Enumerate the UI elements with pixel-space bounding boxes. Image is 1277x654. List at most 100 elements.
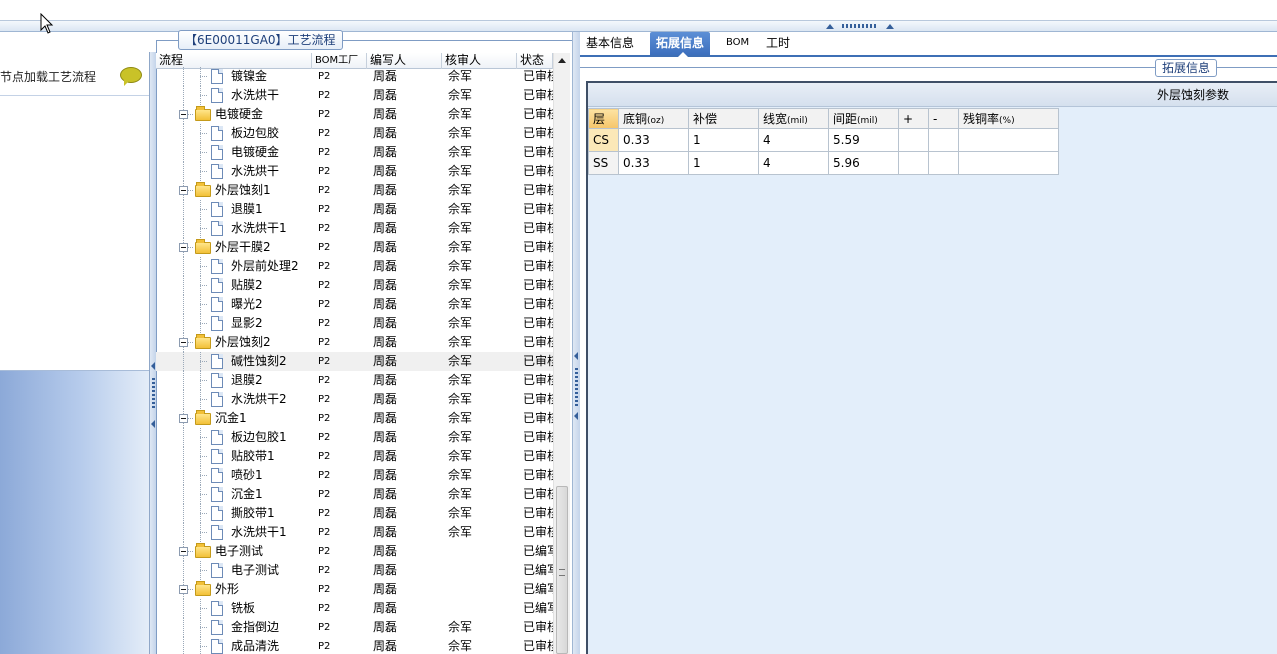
tab-basic-info[interactable]: 基本信息 [580, 32, 640, 55]
column-header-residual-copper[interactable]: 残铜率(%) [958, 108, 1059, 129]
tree-row[interactable]: 沉金1 P2 周磊 佘军 已审核 [156, 485, 553, 504]
cell-plus[interactable] [898, 151, 929, 175]
column-header-line-width[interactable]: 线宽(mil) [758, 108, 829, 129]
table-row[interactable]: CS 0.33 1 4 5.59 [588, 128, 1059, 152]
cell-minus[interactable] [928, 151, 959, 175]
tree-row[interactable]: 镀镍金 P2 周磊 佘军 已审核 [156, 67, 553, 86]
tree-node-cell[interactable]: 贴胶带1 [156, 447, 308, 466]
collapse-toggle-icon[interactable] [179, 414, 188, 423]
middle-splitter[interactable] [572, 32, 580, 654]
tree-node-cell[interactable]: 曝光2 [156, 295, 308, 314]
tree-node-cell[interactable]: 沉金1 [156, 485, 308, 504]
extended-info-section-button[interactable]: 拓展信息 [1155, 59, 1218, 77]
cell-layer[interactable]: SS [588, 151, 619, 175]
cell-minus[interactable] [928, 128, 959, 152]
cell-base-copper[interactable]: 0.33 [618, 128, 689, 152]
cell-residual-copper[interactable] [958, 128, 1059, 152]
tree-node-cell[interactable]: 成品清洗 [156, 637, 308, 654]
tab-work-hours[interactable]: 工时 [760, 32, 796, 55]
tree-node-cell[interactable]: 电子测试 [156, 561, 308, 580]
collapse-left-icon[interactable] [151, 362, 155, 370]
collapse-toggle-icon[interactable] [179, 585, 188, 594]
tree-row[interactable]: 铣板 P2 周磊 已编写 [156, 599, 553, 618]
tree-row[interactable]: 板边包胶 P2 周磊 佘军 已审核 [156, 124, 553, 143]
collapse-toggle-icon[interactable] [179, 547, 188, 556]
tab-bom[interactable]: BOM [720, 32, 755, 55]
collapse-toggle-icon[interactable] [179, 243, 188, 252]
collapse-toggle-icon[interactable] [179, 110, 188, 119]
tree-node-cell[interactable]: 电子测试 [156, 542, 308, 561]
tree-node-cell[interactable]: 碱性蚀刻2 [156, 352, 308, 371]
tree-node-cell[interactable]: 镀镍金 [156, 67, 308, 86]
tree-row[interactable]: 水洗烘干 P2 周磊 佘军 已审核 [156, 86, 553, 105]
column-header-compensation[interactable]: 补偿 [688, 108, 759, 129]
tree-node-cell[interactable]: 外形 [156, 580, 308, 599]
tree-row[interactable]: 外层蚀刻1 P2 周磊 佘军 已审核 [156, 181, 553, 200]
cell-compensation[interactable]: 1 [688, 151, 759, 175]
tree-row[interactable]: 水洗烘干1 P2 周磊 佘军 已审核 [156, 523, 553, 542]
middle-splitter-grip-icon[interactable] [575, 368, 578, 406]
tree-row[interactable]: 碱性蚀刻2 P2 周磊 佘军 已审核 [156, 352, 553, 371]
tree-row[interactable]: 贴膜2 P2 周磊 佘军 已审核 [156, 276, 553, 295]
collapse-left-icon-2[interactable] [151, 420, 155, 428]
splitter-grip-icon[interactable] [842, 24, 878, 28]
tree-row[interactable]: 电子测试 P2 周磊 已编写 [156, 542, 553, 561]
tree-node-cell[interactable]: 水洗烘干2 [156, 390, 308, 409]
left-splitter-grip-icon[interactable] [152, 378, 155, 408]
speech-bubble-icon[interactable] [120, 67, 142, 86]
tree-row[interactable]: 电子测试 P2 周磊 已编写 [156, 561, 553, 580]
tree-node-cell[interactable]: 板边包胶 [156, 124, 308, 143]
tree-node-cell[interactable]: 沉金1 [156, 409, 308, 428]
tree-row[interactable]: 曝光2 P2 周磊 佘军 已审核 [156, 295, 553, 314]
tree-row[interactable]: 水洗烘干2 P2 周磊 佘军 已审核 [156, 390, 553, 409]
table-row[interactable]: SS 0.33 1 4 5.96 [588, 151, 1059, 175]
cell-residual-copper[interactable] [958, 151, 1059, 175]
tree-node-cell[interactable]: 撕胶带1 [156, 504, 308, 523]
tree-node-cell[interactable]: 贴膜2 [156, 276, 308, 295]
tree-node-cell[interactable]: 外层前处理2 [156, 257, 308, 276]
tree-node-cell[interactable]: 金指倒边 [156, 618, 308, 637]
tree-row[interactable]: 沉金1 P2 周磊 佘军 已审核 [156, 409, 553, 428]
tree-row[interactable]: 外层前处理2 P2 周磊 佘军 已审核 [156, 257, 553, 276]
collapse-up-icon-right[interactable] [886, 24, 894, 29]
tree-node-cell[interactable]: 显影2 [156, 314, 308, 333]
tab-extended-info[interactable]: 拓展信息 [650, 32, 711, 57]
tree-row[interactable]: 水洗烘干 P2 周磊 佘军 已审核 [156, 162, 553, 181]
tree-node-cell[interactable]: 水洗烘干1 [156, 523, 308, 542]
column-header-layer[interactable]: 层 [588, 108, 619, 129]
cell-plus[interactable] [898, 128, 929, 152]
tree-node-cell[interactable]: 水洗烘干 [156, 86, 308, 105]
tree-node-cell[interactable]: 板边包胶1 [156, 428, 308, 447]
tree-node-cell[interactable]: 电镀硬金 [156, 105, 308, 124]
cell-line-width[interactable]: 4 [758, 128, 829, 152]
collapse-toggle-icon[interactable] [179, 338, 188, 347]
tree-row[interactable]: 撕胶带1 P2 周磊 佘军 已审核 [156, 504, 553, 523]
cell-compensation[interactable]: 1 [688, 128, 759, 152]
tree-row[interactable]: 外层干膜2 P2 周磊 佘军 已审核 [156, 238, 553, 257]
collapse-up-icon[interactable] [826, 24, 834, 29]
cell-spacing[interactable]: 5.59 [828, 128, 899, 152]
collapse-middle-icon[interactable] [574, 352, 578, 360]
scrollbar-thumb[interactable] [556, 486, 568, 654]
tree-node-cell[interactable]: 水洗烘干 [156, 162, 308, 181]
column-header-spacing[interactable]: 间距(mil) [828, 108, 899, 129]
column-header-plus[interactable]: + [898, 108, 929, 129]
tree-node-cell[interactable]: 铣板 [156, 599, 308, 618]
tree-vertical-scrollbar[interactable] [553, 53, 570, 654]
column-header-base-copper[interactable]: 底铜(oz) [618, 108, 689, 129]
tree-row[interactable]: 退膜2 P2 周磊 佘军 已审核 [156, 371, 553, 390]
tree-row[interactable]: 成品清洗 P2 周磊 佘军 已审核 [156, 637, 553, 654]
tree-node-cell[interactable]: 外层蚀刻2 [156, 333, 308, 352]
cell-line-width[interactable]: 4 [758, 151, 829, 175]
tree-node-cell[interactable]: 电镀硬金 [156, 143, 308, 162]
tree-row[interactable]: 外形 P2 周磊 已编写 [156, 580, 553, 599]
tree-node-cell[interactable]: 喷砂1 [156, 466, 308, 485]
tree-node-cell[interactable]: 水洗烘干1 [156, 219, 308, 238]
tree-node-cell[interactable]: 退膜2 [156, 371, 308, 390]
tree-row[interactable]: 水洗烘干1 P2 周磊 佘军 已审核 [156, 219, 553, 238]
tree-row[interactable]: 显影2 P2 周磊 佘军 已审核 [156, 314, 553, 333]
cell-spacing[interactable]: 5.96 [828, 151, 899, 175]
tree-node-cell[interactable]: 退膜1 [156, 200, 308, 219]
tree-row[interactable]: 贴胶带1 P2 周磊 佘军 已审核 [156, 447, 553, 466]
scroll-up-icon[interactable] [558, 58, 566, 63]
